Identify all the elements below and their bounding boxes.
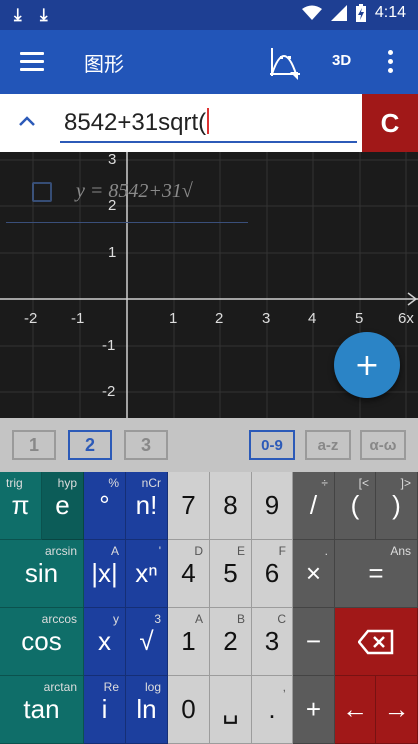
y-tick: 1 [108, 244, 117, 261]
tab-letters[interactable]: a-z [305, 430, 351, 460]
tab-greek[interactable]: α-ω [360, 430, 406, 460]
expression-input[interactable]: 8542+31sqrt( [64, 108, 210, 137]
key-right-arrow[interactable]: → [376, 676, 418, 744]
graph-canvas[interactable]: -2 -1 1 2 3 4 5 6x 3 2 1 -1 -2 y = 8542+… [0, 152, 418, 418]
x-tick: 4 [308, 310, 317, 327]
formula-preview: y = 8542+31√ [76, 180, 193, 202]
y-tick: -2 [102, 383, 116, 400]
key-divide[interactable]: ÷ / [293, 472, 335, 540]
keyboard-tab-bar: 1 2 3 0-9 a-z α-ω [0, 418, 418, 472]
key-minus[interactable]: − [293, 608, 335, 676]
key-open-paren[interactable]: [<( [335, 472, 376, 540]
more-options-icon[interactable] [388, 50, 394, 74]
status-bar: ⤓ ⤓ 4:14 [0, 0, 418, 30]
chevron-up-icon[interactable] [18, 114, 36, 128]
tab-keyboard-3[interactable]: 3 [124, 430, 168, 460]
key-i[interactable]: Re i [84, 676, 126, 744]
key-4[interactable]: D4 [168, 540, 210, 608]
app-bar: 图形 3D [0, 30, 418, 94]
x-tick: 2 [215, 310, 224, 327]
input-underline [60, 141, 357, 143]
key-close-paren[interactable]: ]>) [376, 472, 418, 540]
key-8[interactable]: 8 [210, 472, 252, 540]
key-plus[interactable]: + [293, 676, 335, 744]
page-title: 图形 [84, 52, 124, 76]
key-sqrt[interactable]: 3 √ [126, 608, 168, 676]
key-x[interactable]: yx [84, 608, 126, 676]
entry-divider [6, 222, 248, 223]
y-tick: -1 [102, 337, 116, 354]
key-6[interactable]: F6 [252, 540, 293, 608]
algebra-entry[interactable]: y = 8542+31√ [6, 166, 248, 224]
x-tick: -1 [71, 310, 85, 327]
x-tick: 3 [262, 310, 271, 327]
text-cursor [207, 108, 210, 134]
tab-numbers[interactable]: 0-9 [249, 430, 295, 460]
key-3[interactable]: C3 [252, 608, 293, 676]
wifi-icon [301, 5, 322, 20]
key-0[interactable]: 0 [168, 676, 210, 744]
key-pi[interactable]: trig π [0, 472, 42, 540]
expression-input-row: 8542+31sqrt( C [0, 94, 418, 152]
key-multiply[interactable]: . × [293, 540, 335, 608]
key-power[interactable]: ' xⁿ [126, 540, 168, 608]
key-factorial[interactable]: nCr n! [126, 472, 168, 540]
backspace-icon [358, 629, 394, 654]
visibility-checkbox[interactable] [32, 182, 52, 202]
clear-button[interactable]: C [362, 94, 418, 152]
key-tan[interactable]: arctan tan [0, 676, 84, 744]
menu-icon[interactable] [20, 52, 44, 72]
key-abs[interactable]: A |x| [84, 540, 126, 608]
key-equals[interactable]: Ans = [335, 540, 418, 608]
key-7[interactable]: 7 [168, 472, 210, 540]
key-ln[interactable]: log ln [126, 676, 168, 744]
key-1[interactable]: A1 [168, 608, 210, 676]
tab-keyboard-1[interactable]: 1 [12, 430, 56, 460]
screen: ⤓ ⤓ 4:14 图形 3D 8542+31sqrt( C -2 -1 1 2 … [0, 0, 418, 744]
key-backspace[interactable] [335, 608, 418, 676]
x-tick: 5 [355, 310, 364, 327]
key-degree[interactable]: % ° [84, 472, 126, 540]
key-cos[interactable]: arccos cos [0, 608, 84, 676]
key-2[interactable]: B2 [210, 608, 252, 676]
x-tick: 1 [169, 310, 178, 327]
key-left-arrow[interactable]: ← [335, 676, 376, 744]
graphing-tools-icon[interactable] [266, 44, 302, 80]
download-icon: ⤓ [40, 5, 48, 25]
key-5[interactable]: E5 [210, 540, 252, 608]
battery-charging-icon [355, 4, 366, 22]
x-tick: -2 [24, 310, 38, 327]
add-button[interactable]: + [334, 332, 400, 398]
clock: 4:14 [374, 4, 406, 21]
key-space[interactable]: ␣ [210, 676, 252, 744]
key-sin[interactable]: arcsin sin [0, 540, 84, 608]
key-9[interactable]: 9 [252, 472, 293, 540]
tab-keyboard-2[interactable]: 2 [68, 430, 112, 460]
download-icon: ⤓ [14, 5, 22, 25]
signal-icon [330, 5, 347, 21]
3d-button[interactable]: 3D [332, 52, 351, 69]
key-decimal[interactable]: ,. [252, 676, 293, 744]
key-e[interactable]: hyp e [42, 472, 84, 540]
x-tick: 6x [398, 310, 414, 327]
